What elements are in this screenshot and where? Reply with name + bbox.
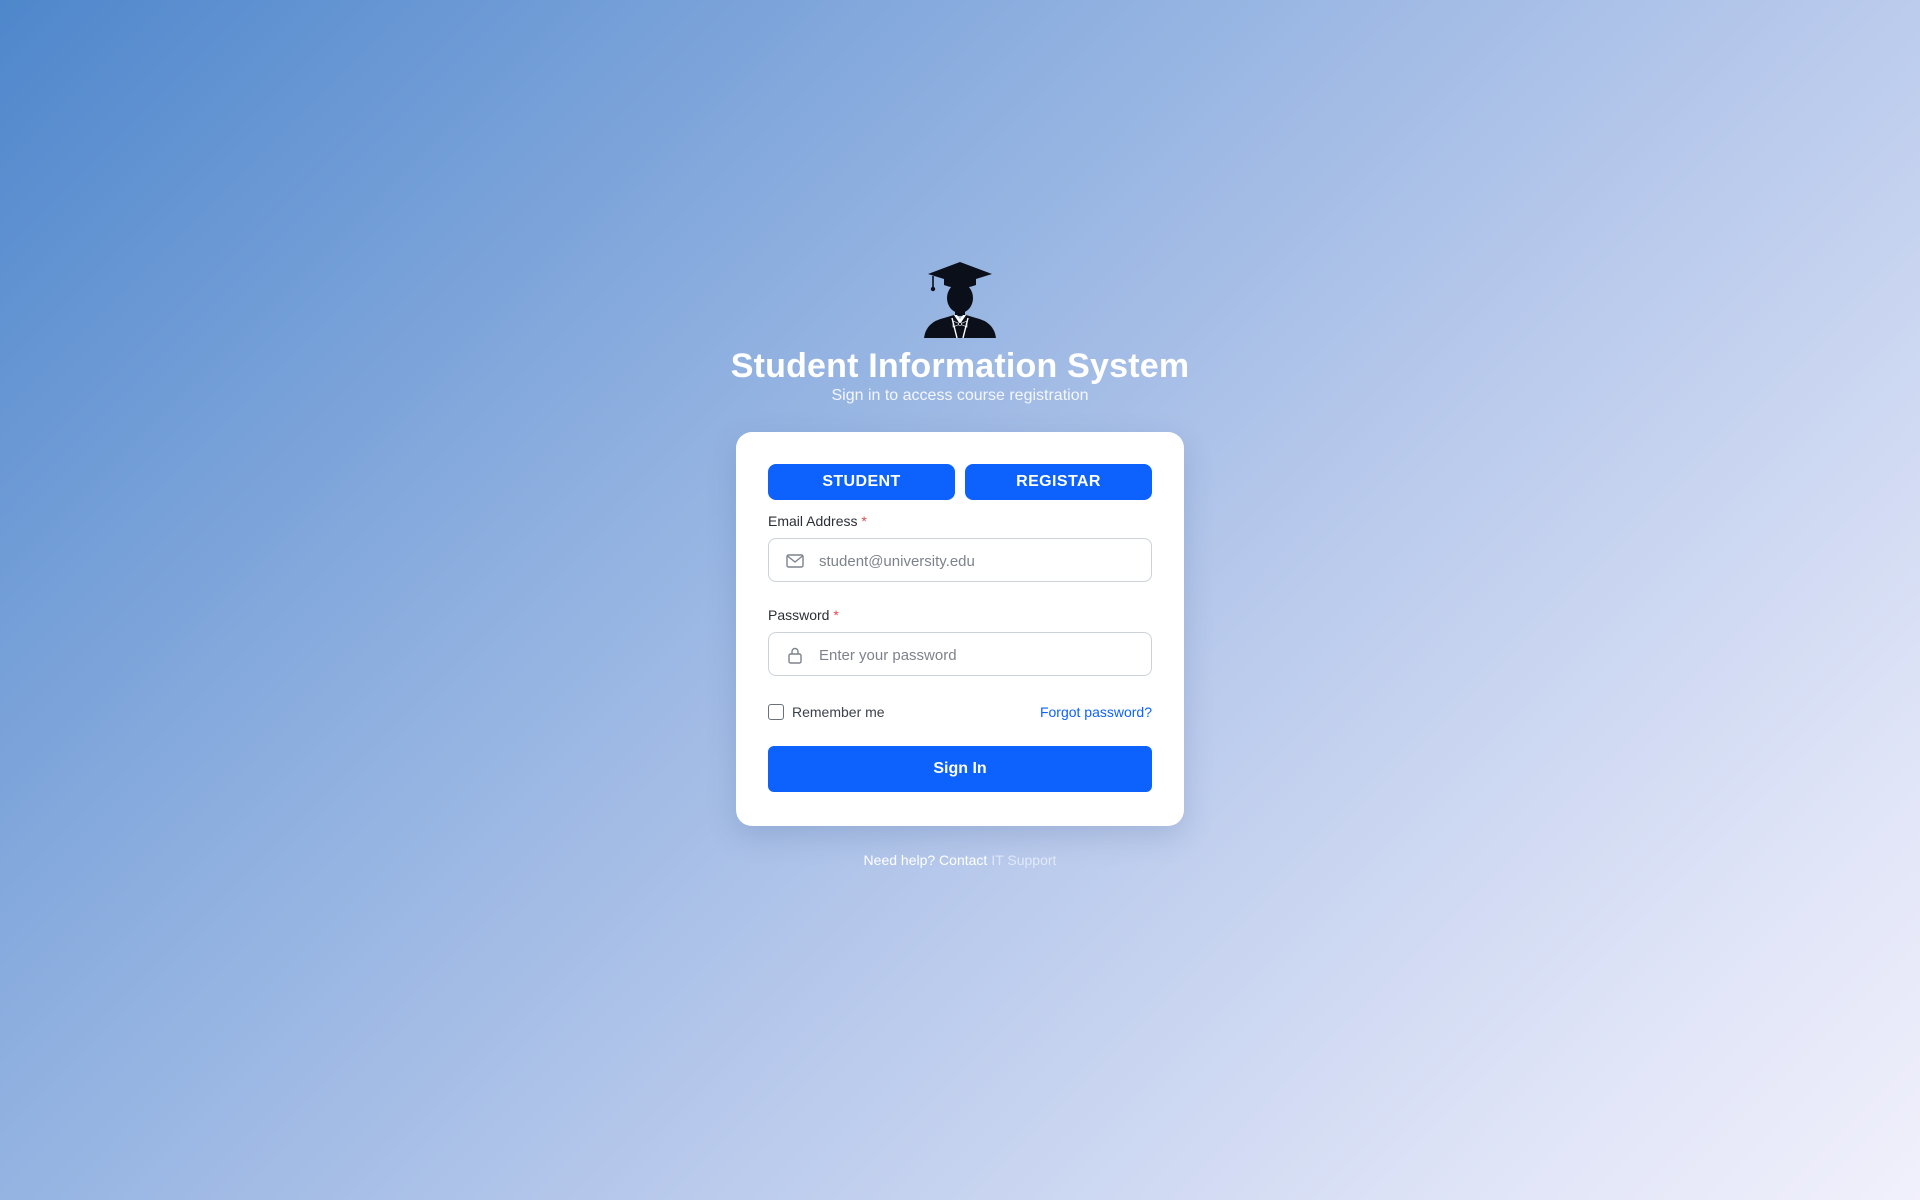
remember-label: Remember me bbox=[792, 704, 885, 720]
email-label: Email Address * bbox=[768, 512, 1152, 530]
login-header: Student Information System Sign in to ac… bbox=[0, 258, 1920, 406]
email-field[interactable] bbox=[768, 538, 1152, 583]
forgot-password-link[interactable]: Forgot password? bbox=[1040, 704, 1152, 720]
help-text: Need help? Contact bbox=[863, 852, 988, 868]
lock-icon bbox=[788, 647, 802, 664]
email-input[interactable] bbox=[817, 539, 1141, 583]
password-label: Password * bbox=[768, 606, 1152, 624]
login-card: STUDENT REGISTAR Email Address * Passwor… bbox=[736, 432, 1184, 826]
email-label-text: Email Address bbox=[768, 513, 858, 529]
page-title: Student Information System bbox=[730, 347, 1190, 385]
help-footer: Need help? Contact IT Support bbox=[0, 852, 1920, 868]
student-role-button[interactable]: STUDENT bbox=[768, 464, 955, 500]
it-support-link[interactable]: IT Support bbox=[991, 852, 1056, 868]
mail-icon bbox=[786, 554, 804, 568]
form-options: Remember me Forgot password? bbox=[768, 702, 1152, 722]
remember-checkbox[interactable] bbox=[768, 704, 784, 720]
password-label-text: Password bbox=[768, 607, 830, 623]
sign-in-button[interactable]: Sign In bbox=[768, 746, 1152, 792]
graduate-student-icon bbox=[924, 262, 996, 338]
required-marker: * bbox=[861, 513, 867, 529]
password-input[interactable] bbox=[817, 633, 1141, 677]
role-selector: STUDENT REGISTAR bbox=[768, 464, 1152, 500]
registrar-role-button[interactable]: REGISTAR bbox=[965, 464, 1152, 500]
remember-me[interactable]: Remember me bbox=[768, 704, 885, 720]
required-marker: * bbox=[833, 607, 839, 623]
password-field[interactable] bbox=[768, 632, 1152, 677]
page-subtitle: Sign in to access course registration bbox=[831, 387, 1089, 404]
